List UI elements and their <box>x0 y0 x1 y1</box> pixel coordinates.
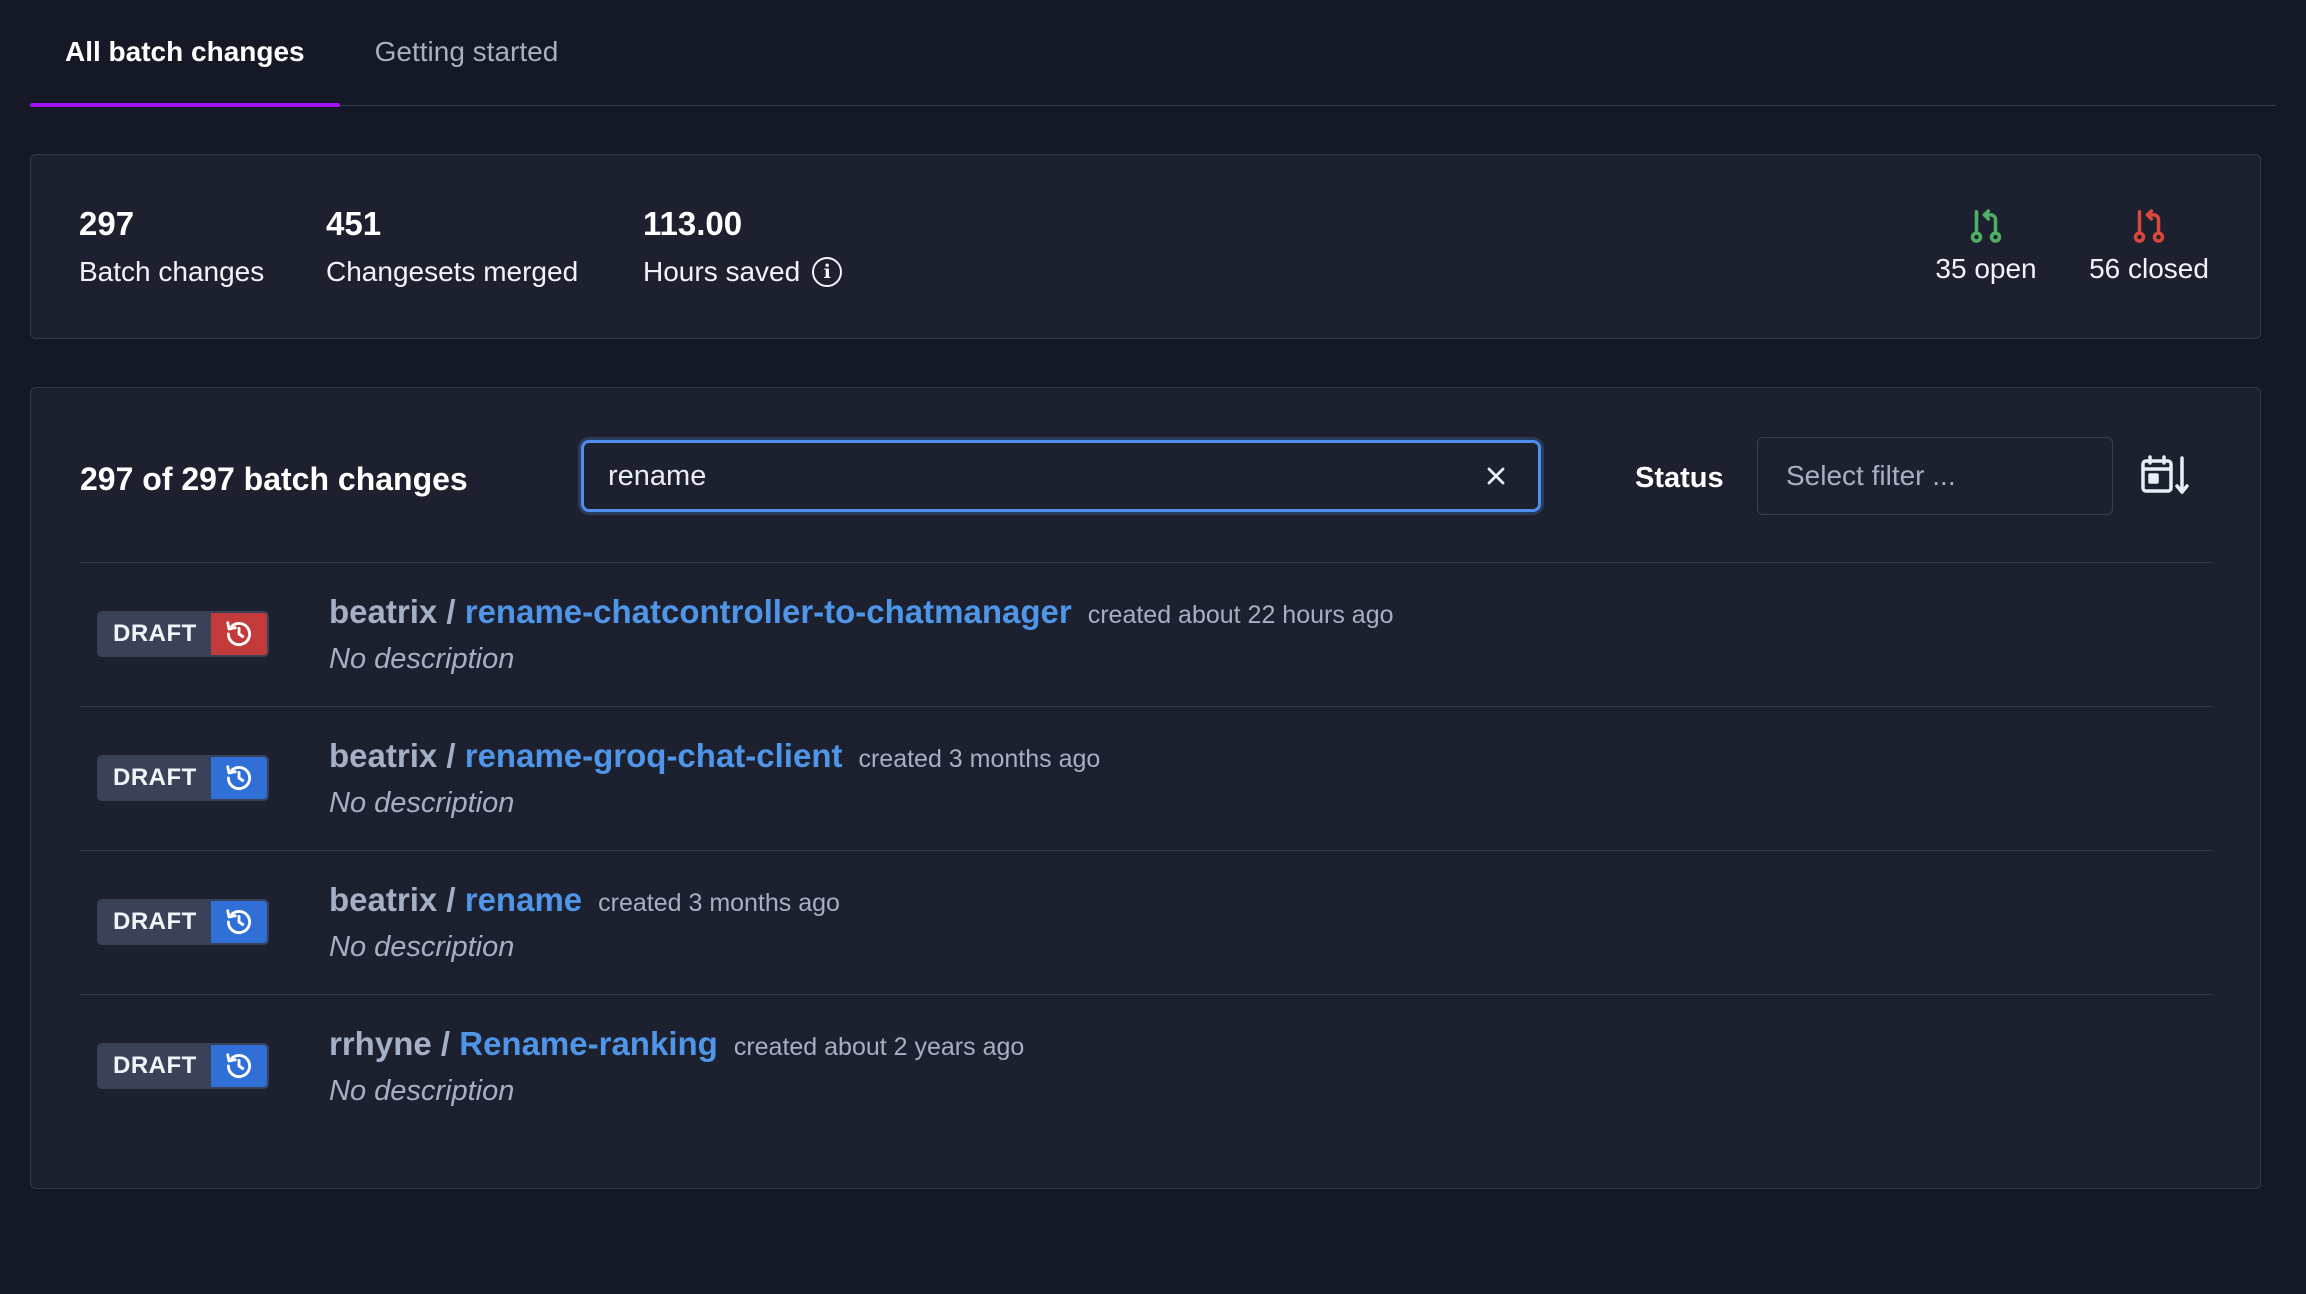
stat-batch-changes: 297 Batch changes <box>79 207 264 288</box>
batch-change-description: No description <box>329 1075 515 1107</box>
history-icon <box>210 613 267 655</box>
batch-changes-list-panel: 297 of 297 batch changes Status Select f… <box>30 387 2261 1189</box>
list-item[interactable]: DRAFT beatrix / rename-chatcontroller-to… <box>80 562 2213 706</box>
batch-change-description: No description <box>329 931 515 963</box>
stat-batch-changes-label: Batch changes <box>79 256 265 287</box>
stat-changesets-merged: 451 Changesets merged <box>326 207 578 288</box>
batch-change-link[interactable]: Rename-ranking <box>459 1025 718 1063</box>
created-timestamp: created about 22 hours ago <box>1087 601 1394 629</box>
list-item[interactable]: DRAFT rrhyne / Rename-ranking created ab… <box>80 994 2213 1138</box>
info-icon[interactable]: i <box>812 257 843 287</box>
search-input[interactable] <box>608 459 1478 493</box>
tab-bar: All batch changes Getting started <box>30 0 2276 107</box>
open-changesets-label: 35 open <box>1935 253 2037 284</box>
namespace-link[interactable]: beatrix <box>329 737 437 775</box>
namespace-link[interactable]: rrhyne <box>329 1025 432 1063</box>
stat-hours-saved-value: 113.00 <box>643 205 743 242</box>
batch-change-title: rrhyne / Rename-ranking created about 2 … <box>329 1025 1025 1063</box>
status-filter-select[interactable]: Select filter ... <box>1757 437 2113 515</box>
namespace-link[interactable]: beatrix <box>329 593 437 631</box>
open-changesets-stat: 35 open <box>1921 207 2051 285</box>
batch-change-description: No description <box>329 787 515 819</box>
stat-hours-saved: 113.00 Hours saved i <box>643 205 843 288</box>
sort-button[interactable] <box>2137 448 2193 504</box>
list-item[interactable]: DRAFT beatrix / rename created 3 months … <box>80 850 2213 994</box>
stat-batch-changes-value: 297 <box>79 205 135 242</box>
search-box[interactable] <box>581 440 1541 512</box>
list-item[interactable]: DRAFT beatrix / rename-groq-chat-client … <box>80 706 2213 850</box>
tab-all-batch-changes[interactable]: All batch changes <box>30 0 340 107</box>
batch-change-link[interactable]: rename <box>465 881 582 919</box>
created-timestamp: created 3 months ago <box>598 889 840 917</box>
closed-changesets-stat: 56 closed <box>2079 207 2219 285</box>
close-icon <box>1487 467 1505 485</box>
tab-getting-started[interactable]: Getting started <box>340 0 594 105</box>
batch-changes-rows: DRAFT beatrix / rename-chatcontroller-to… <box>80 562 2213 1138</box>
state-badge-label: DRAFT <box>99 613 211 655</box>
state-badge: DRAFT <box>97 1043 269 1089</box>
batch-change-link[interactable]: rename-chatcontroller-to-chatmanager <box>465 593 1072 631</box>
created-timestamp: created 3 months ago <box>858 745 1101 773</box>
list-toolbar: 297 of 297 batch changes Status Select f… <box>31 388 2260 563</box>
namespace-link[interactable]: beatrix <box>329 881 437 919</box>
state-badge: DRAFT <box>97 899 269 945</box>
state-badge-label: DRAFT <box>99 901 211 943</box>
git-pull-request-closed-icon <box>2133 209 2165 243</box>
stat-hours-saved-label: Hours saved <box>643 256 801 287</box>
stat-changesets-merged-value: 451 <box>326 205 382 242</box>
git-pull-request-open-icon <box>1970 209 2002 243</box>
result-count: 297 of 297 batch changes <box>80 461 468 497</box>
closed-changesets-label: 56 closed <box>2089 253 2209 284</box>
stat-changesets-merged-label: Changesets merged <box>326 256 579 287</box>
history-icon <box>210 901 267 943</box>
batch-change-title: beatrix / rename created 3 months ago <box>329 881 840 919</box>
history-icon <box>210 757 267 799</box>
batch-change-description: No description <box>329 643 515 675</box>
batch-change-link[interactable]: rename-groq-chat-client <box>465 737 843 775</box>
state-badge-label: DRAFT <box>99 757 211 799</box>
stats-panel: 297 Batch changes 451 Changesets merged … <box>30 154 2261 339</box>
created-timestamp: created about 2 years ago <box>733 1033 1025 1061</box>
status-label: Status <box>1635 462 1724 494</box>
state-badge: DRAFT <box>97 611 269 657</box>
history-icon <box>210 1045 267 1087</box>
batch-change-title: beatrix / rename-groq-chat-client create… <box>329 737 1101 775</box>
batch-changes-page: All batch changes Getting started 297 Ba… <box>0 0 2306 1294</box>
stat-hours-saved-row: Hours saved i <box>643 256 843 288</box>
calendar-sort-icon <box>2141 455 2189 494</box>
batch-change-title: beatrix / rename-chatcontroller-to-chatm… <box>329 593 1394 631</box>
clear-search-button[interactable] <box>1478 458 1514 494</box>
state-badge: DRAFT <box>97 755 269 801</box>
state-badge-label: DRAFT <box>99 1045 211 1087</box>
